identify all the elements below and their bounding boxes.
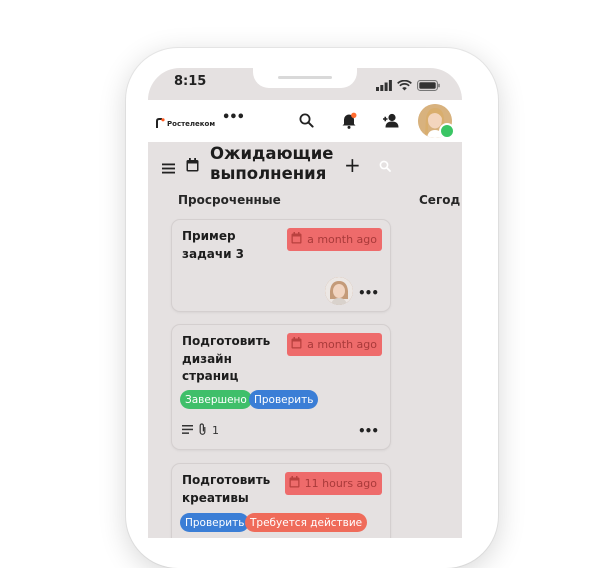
board-title: Ожидающие выполнения	[210, 144, 334, 183]
more-menu-button[interactable]: •••	[222, 110, 245, 125]
tag-completed[interactable]: Завершено	[180, 390, 252, 409]
board-toolbar: Ожидающие выполнения +	[148, 142, 462, 184]
due-date-badge: a month ago	[287, 228, 382, 251]
search-icon[interactable]	[296, 110, 316, 130]
attachment-icon	[198, 423, 207, 438]
logo-text: Ростелеком	[167, 119, 216, 128]
logo-mark-icon	[156, 114, 165, 133]
status-icons	[376, 76, 440, 95]
calendar-icon	[289, 476, 300, 491]
calendar-icon	[291, 337, 302, 352]
assignee-avatar[interactable]	[325, 277, 353, 305]
calendar-icon	[186, 157, 199, 176]
task-card[interactable]: Подготовить креативы 11 hours ago Провер…	[172, 464, 390, 538]
card-meta: 1	[182, 423, 219, 438]
board-search-icon[interactable]	[372, 156, 398, 176]
task-title: Подготовить креативы	[182, 473, 271, 505]
calendar-icon	[291, 232, 302, 247]
tag-review[interactable]: Проверить	[249, 390, 319, 409]
task-card[interactable]: Пример задачи 3 a month ago •••	[172, 220, 390, 311]
card-more-button[interactable]: •••	[358, 424, 379, 438]
due-date-badge: 11 hours ago	[284, 472, 382, 495]
add-user-icon[interactable]	[381, 110, 401, 130]
battery-icon	[417, 76, 440, 95]
online-status-dot	[439, 123, 455, 139]
rostelecom-logo[interactable]: Ростелеком	[156, 114, 215, 133]
status-bar: 8:15	[148, 68, 462, 100]
due-date-badge: a month ago	[287, 333, 382, 356]
due-date-text: a month ago	[307, 233, 377, 246]
add-task-button[interactable]: +	[344, 153, 361, 177]
task-title: Подготовить дизайн страниц	[182, 334, 271, 383]
status-time: 8:15	[174, 74, 207, 89]
task-card[interactable]: Подготовить дизайн страниц a month ago З…	[172, 325, 390, 449]
due-date-text: a month ago	[307, 338, 377, 351]
tag-review[interactable]: Проверить	[180, 513, 250, 532]
attachment-count: 1	[212, 424, 219, 437]
due-date-text: 11 hours ago	[304, 477, 377, 490]
task-title: Пример задачи 3	[182, 229, 245, 261]
bell-icon[interactable]	[339, 110, 359, 130]
tag-action-required[interactable]: Требуется действие	[245, 513, 368, 532]
app-header: Ростелеком •••	[148, 100, 462, 142]
wifi-icon	[397, 76, 412, 95]
card-more-button[interactable]: •••	[358, 286, 379, 300]
phone-speaker	[278, 76, 332, 79]
signal-icon	[376, 76, 392, 95]
column-title-overdue: Просроченные	[178, 193, 281, 207]
phone-screen: 8:15 Ростелеком ••• Ожидающие выполнения…	[148, 68, 462, 538]
description-icon	[182, 424, 193, 437]
user-avatar[interactable]	[418, 104, 455, 139]
column-title-today: Сегод	[419, 193, 461, 207]
hamburger-menu-icon[interactable]	[162, 159, 175, 178]
